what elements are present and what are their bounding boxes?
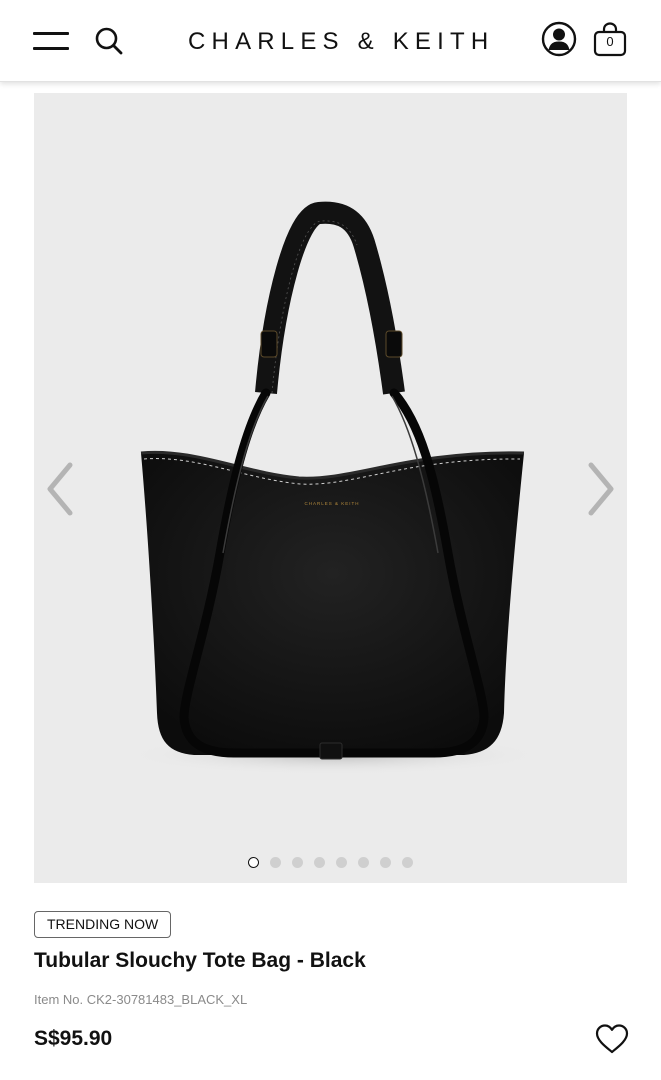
brand-logo[interactable]: CHARLES & KEITH xyxy=(188,28,493,56)
site-header: CHARLES & KEITH 0 xyxy=(0,0,661,82)
product-image: CHARLES & KEITH xyxy=(124,201,544,775)
carousel-dot[interactable] xyxy=(380,857,391,869)
carousel-dots xyxy=(34,854,627,869)
search-icon[interactable] xyxy=(93,25,125,57)
carousel-dot[interactable] xyxy=(292,857,303,869)
carousel-dot[interactable] xyxy=(402,857,413,869)
product-image-gallery[interactable]: CHARLES & KEITH xyxy=(34,93,627,883)
bag-count-badge: 0 xyxy=(606,34,614,49)
menu-line xyxy=(33,47,69,50)
hamburger-menu-icon[interactable] xyxy=(33,30,69,52)
carousel-dot[interactable] xyxy=(248,857,259,869)
item-number: Item No. CK2-30781483_BLACK_XL xyxy=(34,992,248,1007)
carousel-dot[interactable] xyxy=(336,857,347,869)
shopping-bag-icon[interactable]: 0 xyxy=(591,20,629,58)
carousel-dot[interactable] xyxy=(314,857,325,869)
product-price: S$95.90 xyxy=(34,1027,113,1050)
carousel-dot[interactable] xyxy=(358,857,369,869)
account-icon[interactable] xyxy=(541,21,577,57)
carousel-dot[interactable] xyxy=(270,857,281,869)
trending-badge: TRENDING NOW xyxy=(34,911,172,938)
menu-line xyxy=(33,32,69,35)
chevron-left-icon[interactable] xyxy=(44,461,76,517)
chevron-right-icon[interactable] xyxy=(585,461,617,517)
svg-text:CHARLES & KEITH: CHARLES & KEITH xyxy=(304,501,359,506)
product-title: Tubular Slouchy Tote Bag - Black xyxy=(34,949,366,972)
heart-outline-icon[interactable] xyxy=(594,1021,630,1057)
